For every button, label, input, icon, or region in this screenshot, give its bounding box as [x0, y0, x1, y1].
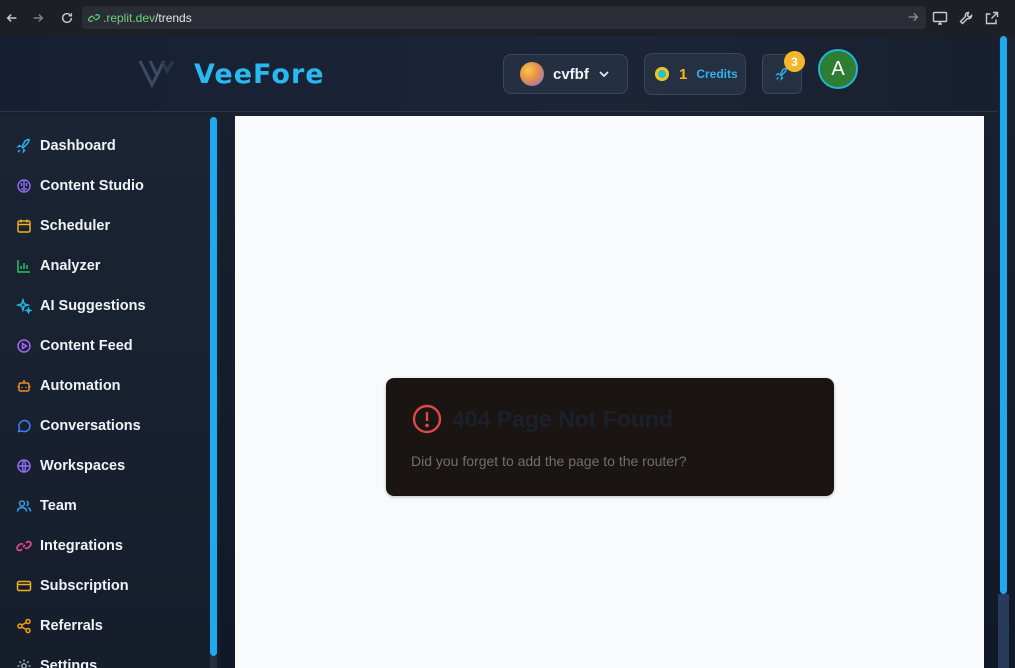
sidebar-item-subscription[interactable]: Subscription	[0, 566, 210, 606]
sidebar-scrollbar-track[interactable]	[210, 656, 217, 668]
sidebar-item-label: Conversations	[40, 418, 141, 434]
browser-toolbar: .replit.dev/trends	[0, 0, 1015, 36]
play-circle-icon	[17, 339, 31, 353]
sidebar-item-integrations[interactable]: Integrations	[0, 526, 210, 566]
window-scrollbar-thumb[interactable]	[1000, 36, 1007, 594]
sidebar-item-label: Referrals	[40, 618, 103, 634]
arrow-left-icon	[6, 14, 17, 22]
sidebar-item-dashboard[interactable]: Dashboard	[0, 126, 210, 166]
sidebar-item-label: Settings	[40, 658, 98, 668]
credits-count: 1	[679, 65, 688, 83]
credit-card-icon	[16, 580, 32, 592]
error-title: 404 Page Not Found	[452, 406, 674, 432]
globe-icon	[17, 459, 31, 473]
sidebar-item-label: Subscription	[40, 578, 129, 594]
rocket-icon	[16, 138, 30, 154]
sidebar-item-referrals[interactable]: Referrals	[0, 606, 210, 646]
url-path: /trends	[155, 10, 192, 25]
address-bar[interactable]: .replit.dev/trends	[82, 6, 926, 29]
sidebar-item-label: Content Studio	[40, 178, 144, 194]
not-found-card: 404 Page Not Found Did you forget to add…	[386, 378, 834, 496]
notification-badge: 3	[784, 51, 805, 72]
sidebar-item-label: AI Suggestions	[40, 298, 146, 314]
sidebar-item-settings[interactable]: Settings	[0, 646, 210, 668]
link-icon	[16, 540, 32, 552]
workspace-avatar	[520, 62, 544, 86]
workspace-switcher[interactable]: cvfbf	[503, 54, 628, 94]
wrench-icon[interactable]	[958, 10, 974, 26]
monitor-icon[interactable]	[932, 10, 948, 26]
bar-chart-icon	[17, 260, 30, 273]
reload-icon	[61, 12, 73, 24]
sidebar-item-label: Workspaces	[40, 458, 126, 474]
forward-button[interactable]	[24, 0, 52, 36]
sidebar-item-analyzer[interactable]: Analyzer	[0, 246, 210, 286]
sparkles-icon	[16, 298, 32, 314]
sidebar-item-ai-suggestions[interactable]: AI Suggestions	[0, 286, 210, 326]
workspace-name: cvfbf	[553, 65, 589, 83]
go-arrow-icon[interactable]	[906, 10, 920, 24]
sidebar-item-label: Dashboard	[40, 138, 116, 154]
brand-name[interactable]: VeeFore	[194, 59, 325, 90]
main-content: 404 Page Not Found Did you forget to add…	[235, 116, 984, 668]
top-header: VeeFore cvfbf 1 Credits 3 A	[0, 36, 998, 112]
chevron-down-icon	[599, 71, 609, 78]
arrow-right-icon	[33, 14, 44, 22]
sidebar-item-workspaces[interactable]: Workspaces	[0, 446, 210, 486]
bot-icon	[17, 380, 31, 392]
gear-icon	[17, 659, 31, 668]
message-circle-icon	[17, 419, 31, 433]
brain-icon	[17, 179, 31, 193]
sidebar-item-label: Integrations	[40, 538, 123, 554]
credits-label: Credits	[696, 67, 738, 81]
error-message: Did you forget to add the page to the ro…	[411, 453, 687, 469]
veefore-logo-icon	[138, 60, 175, 88]
alert-circle-icon	[412, 404, 442, 434]
sidebar-item-label: Team	[40, 498, 77, 514]
sidebar-item-automation[interactable]: Automation	[0, 366, 210, 406]
sidebar-item-label: Automation	[40, 378, 121, 394]
sidebar: Dashboard Content Studio Scheduler Analy…	[0, 116, 220, 668]
sidebar-item-label: Scheduler	[40, 218, 111, 234]
reload-button[interactable]	[53, 0, 81, 36]
users-icon	[16, 500, 32, 512]
sidebar-item-content-studio[interactable]: Content Studio	[0, 166, 210, 206]
link-icon	[88, 13, 100, 22]
sidebar-item-team[interactable]: Team	[0, 486, 210, 526]
sidebar-item-conversations[interactable]: Conversations	[0, 406, 210, 446]
window-scrollbar-track[interactable]	[998, 594, 1009, 668]
external-link-icon[interactable]	[984, 10, 1000, 26]
sidebar-scrollbar-thumb[interactable]	[210, 117, 217, 656]
credit-coin-icon	[655, 67, 669, 81]
share-icon	[17, 618, 31, 634]
credits-button[interactable]: 1 Credits	[644, 53, 746, 95]
url-host: .replit.dev	[103, 10, 156, 25]
back-button[interactable]	[0, 0, 26, 36]
sidebar-item-label: Analyzer	[40, 258, 101, 274]
sidebar-item-scheduler[interactable]: Scheduler	[0, 206, 210, 246]
user-avatar[interactable]: A	[818, 49, 858, 89]
sidebar-item-label: Content Feed	[40, 338, 133, 354]
app-window: VeeFore cvfbf 1 Credits 3 A Dashboard Co…	[0, 36, 1015, 668]
sidebar-item-content-feed[interactable]: Content Feed	[0, 326, 210, 366]
calendar-icon	[17, 219, 31, 233]
